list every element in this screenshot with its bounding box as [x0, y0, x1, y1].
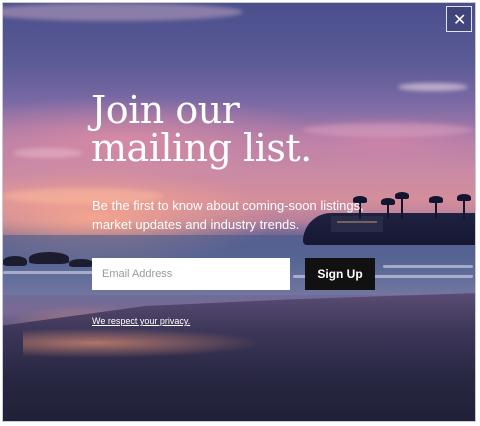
subtext-line: market updates and industry trends. [92, 217, 300, 232]
sign-up-button[interactable]: Sign Up [305, 258, 375, 290]
wave-foam [3, 271, 93, 274]
cloud [398, 83, 468, 91]
email-input[interactable] [92, 258, 290, 290]
subtext-line: Be the first to know about coming-soon l… [92, 198, 364, 213]
rock [29, 252, 69, 264]
palm-tree [395, 192, 409, 219]
heading-line: mailing list. [91, 126, 312, 170]
palm-tree [429, 196, 443, 219]
cloud [3, 3, 243, 21]
sun-reflection [23, 328, 263, 358]
heading-line: Join our [91, 88, 240, 132]
privacy-link[interactable]: We respect your privacy. [92, 316, 190, 326]
palm-tree [457, 194, 471, 219]
modal-heading: Join our mailing list. [91, 91, 391, 167]
cloud [13, 148, 83, 158]
rock [3, 256, 27, 266]
modal-subtext: Be the first to know about coming-soon l… [92, 196, 392, 234]
wave-foam [383, 265, 473, 268]
close-button[interactable]: ✕ [446, 6, 472, 32]
mailing-list-modal: ✕ Join our mailing list. Be the first to… [2, 2, 476, 422]
rock [69, 259, 93, 267]
